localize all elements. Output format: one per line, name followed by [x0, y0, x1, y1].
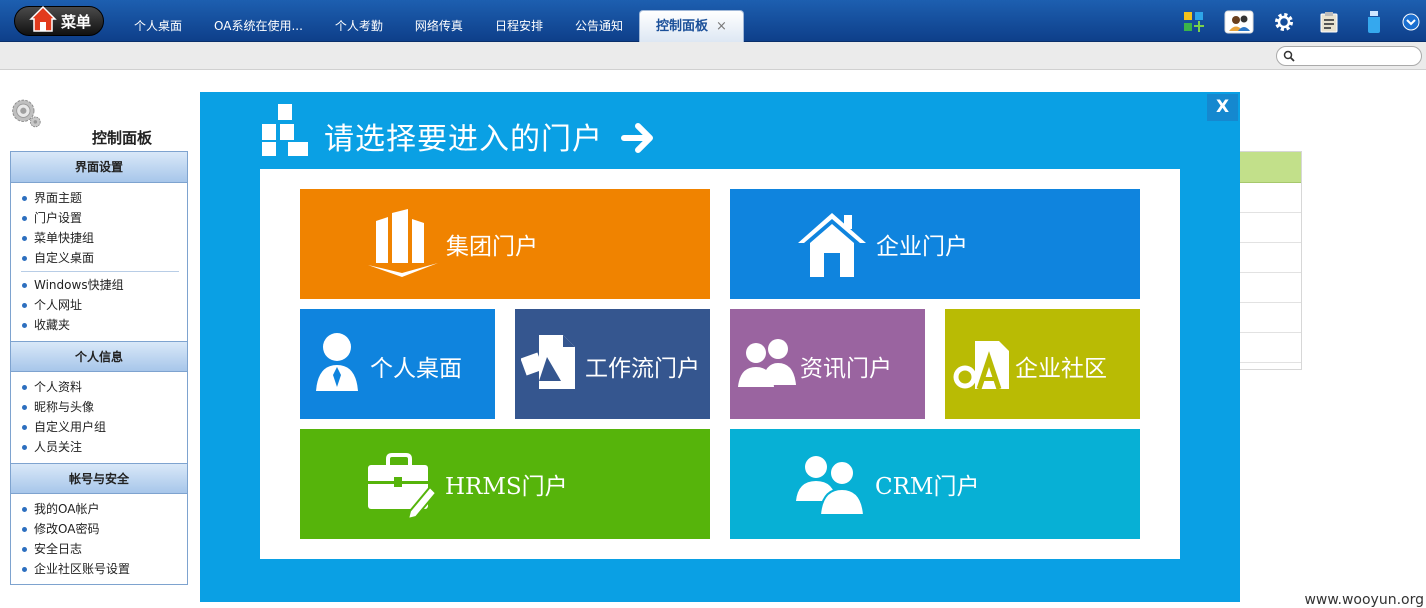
tab-attendance[interactable]: 个人考勤: [319, 10, 399, 42]
tab-schedule[interactable]: 日程安排: [479, 10, 559, 42]
sidebar-item-my-oa-account[interactable]: 我的OA帐户: [21, 499, 187, 519]
group-icon: [796, 456, 866, 516]
home-icon: [29, 5, 57, 32]
gear-icon[interactable]: [1261, 8, 1306, 36]
briefcase-icon: [368, 453, 438, 521]
top-bar: 菜单 个人桌面 OA系统在使用... 个人考勤 网络传真 日程安排 公告通知 控…: [0, 0, 1426, 42]
close-button[interactable]: X: [1207, 94, 1238, 121]
sidebar-item-windows-shortcuts[interactable]: Windows快捷组: [21, 275, 187, 295]
sidebar-item-followed-people[interactable]: 人员关注: [21, 437, 187, 457]
tab-oa-usage[interactable]: OA系统在使用...: [198, 10, 319, 42]
sidebar-item-portal-settings[interactable]: 门户设置: [21, 208, 187, 228]
sidebar-item-profile[interactable]: 个人资料: [21, 377, 187, 397]
sidebar-item-menu-shortcuts[interactable]: 菜单快捷组: [21, 228, 187, 248]
tile-label: 企业社区: [1015, 356, 1107, 382]
tile-community[interactable]: 企业社区: [945, 309, 1140, 419]
sidebar-item-custom-groups[interactable]: 自定义用户组: [21, 417, 187, 437]
tile-crm-portal[interactable]: CRM门户: [730, 429, 1140, 539]
user-switch-icon[interactable]: [1216, 8, 1261, 36]
sidebar-item-theme[interactable]: 界面主题: [21, 188, 187, 208]
sidebar-item-nickname-avatar[interactable]: 昵称与头像: [21, 397, 187, 417]
close-icon[interactable]: ×: [716, 19, 727, 34]
sidebar-item-change-password[interactable]: 修改OA密码: [21, 519, 187, 539]
section-header-ui-settings: 界面设置: [11, 152, 187, 183]
menu-label: 菜单: [61, 12, 92, 31]
tile-group-portal[interactable]: 集团门户: [300, 189, 710, 299]
page-title: 控制面板: [92, 129, 153, 147]
apps-icon[interactable]: [1171, 8, 1216, 36]
dialog-title: 请选择要进入的门户: [324, 122, 603, 157]
control-panel-gear-icon: [12, 99, 41, 128]
tab-fax[interactable]: 网络传真: [399, 10, 479, 42]
house-icon: [798, 213, 866, 277]
tile-news-portal[interactable]: 资讯门户: [730, 309, 925, 419]
tile-label: CRM门户: [875, 474, 980, 500]
tile-label: 工作流门户: [585, 356, 700, 382]
chevron-down-icon[interactable]: [1396, 8, 1426, 36]
section-header-personal-info: 个人信息: [11, 341, 187, 372]
tab-control-panel[interactable]: 控制面板 ×: [638, 10, 744, 42]
search-box: [1276, 46, 1422, 66]
sub-bar: [0, 42, 1426, 70]
section-list-personal-info: 个人资料 昵称与头像 自定义用户组 人员关注: [11, 372, 187, 463]
tile-label: 集团门户: [446, 234, 538, 260]
tile-label: 个人桌面: [370, 356, 462, 382]
building-icon: [368, 209, 438, 277]
tile-enterprise-portal[interactable]: 企业门户: [730, 189, 1140, 299]
sidebar-item-personal-urls[interactable]: 个人网址: [21, 295, 187, 315]
menu-button[interactable]: 菜单: [14, 5, 104, 36]
search-icon: [1283, 50, 1295, 62]
sidebar-item-security-log[interactable]: 安全日志: [21, 539, 187, 559]
section-list-ui-settings: 界面主题 门户设置 菜单快捷组 自定义桌面 Windows快捷组 个人网址 收藏…: [11, 183, 187, 341]
sidebar-item-custom-desktop[interactable]: 自定义桌面: [21, 248, 187, 268]
section-header-account-security: 帐号与安全: [11, 463, 187, 494]
arrow-right-icon: [621, 123, 653, 153]
divider: [21, 271, 179, 272]
oa-doc-icon: [953, 341, 1009, 390]
tab-personal-desktop[interactable]: 个人桌面: [118, 10, 198, 42]
portal-tile-panel: 集团门户 企业门户 个人桌面 工作流门户 资讯门户 企业社区 HRMS门户 CR…: [260, 169, 1180, 559]
tile-workflow-portal[interactable]: 工作流门户: [515, 309, 710, 419]
tile-hrms-portal[interactable]: HRMS门户: [300, 429, 710, 539]
tile-label: 资讯门户: [800, 356, 892, 382]
sidebar-item-favorites[interactable]: 收藏夹: [21, 315, 187, 335]
tab-bar: 个人桌面 OA系统在使用... 个人考勤 网络传真 日程安排 公告通知 控制面板…: [118, 10, 744, 42]
clipboard-icon[interactable]: [1306, 8, 1351, 36]
tile-label: HRMS门户: [445, 474, 568, 500]
person-icon: [316, 333, 358, 391]
people-icon: [738, 339, 796, 387]
portal-logo-icon: [262, 104, 308, 156]
portal-select-dialog: X 请选择要进入的门户 集团门户 企业门户 个人桌面 工作流门户 资讯门户 企业…: [200, 92, 1240, 602]
top-icon-bar: [1171, 8, 1426, 36]
sidebar: 界面设置 界面主题 门户设置 菜单快捷组 自定义桌面 Windows快捷组 个人…: [10, 151, 188, 585]
tile-label: 企业门户: [876, 234, 968, 260]
sidebar-item-community-account[interactable]: 企业社区账号设置: [21, 559, 187, 579]
search-input[interactable]: [1297, 49, 1415, 63]
bottle-icon[interactable]: [1351, 8, 1396, 36]
workflow-icon: [521, 335, 575, 389]
section-list-account-security: 我的OA帐户 修改OA密码 安全日志 企业社区账号设置: [11, 494, 187, 585]
watermark: www.wooyun.org: [1304, 592, 1424, 608]
tab-announcements[interactable]: 公告通知: [559, 10, 639, 42]
tile-personal-desktop[interactable]: 个人桌面: [300, 309, 495, 419]
